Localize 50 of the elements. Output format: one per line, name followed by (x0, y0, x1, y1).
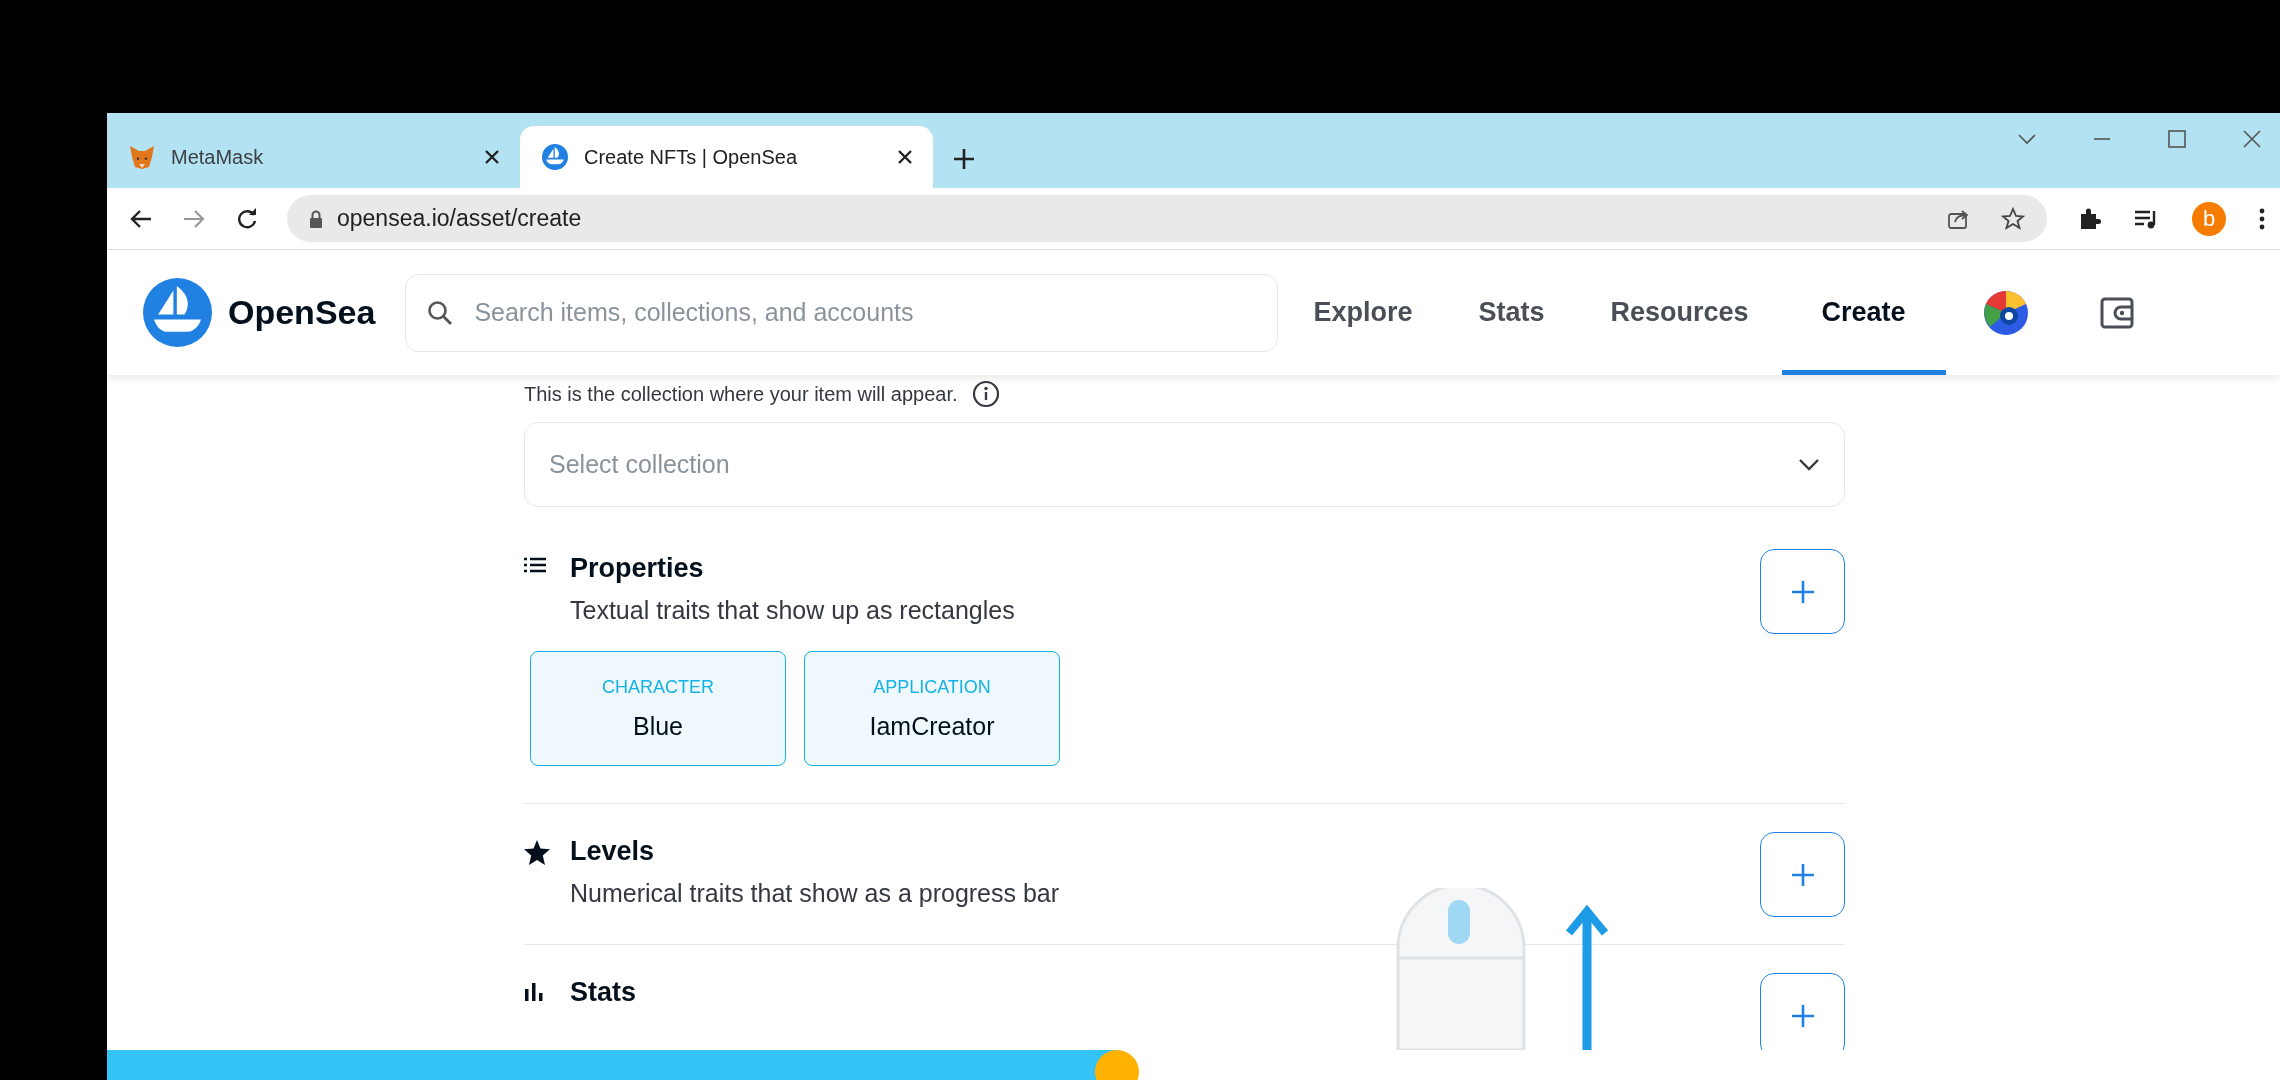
nav-link[interactable]: Explore (1280, 250, 1446, 375)
info-icon[interactable] (971, 380, 1000, 408)
lock-icon (309, 209, 323, 228)
bar-chart-icon (524, 981, 544, 1001)
star-icon (524, 840, 550, 865)
section-title: Properties (570, 553, 705, 584)
forward-icon[interactable] (183, 207, 205, 230)
add-button[interactable] (1760, 973, 1845, 1050)
nav-link[interactable]: Stats (1445, 250, 1578, 375)
plus-icon (1790, 579, 1815, 604)
trait-value: Blue (632, 711, 683, 741)
back-icon[interactable] (130, 207, 152, 230)
section-title: Levels (570, 836, 656, 867)
nav-link[interactable]: Create (1781, 250, 1946, 375)
trait-type: CHARACTER (602, 676, 714, 698)
chevron-down-icon (1798, 457, 1820, 472)
avatar-icon[interactable] (1983, 290, 2028, 335)
add-button[interactable] (1760, 549, 1845, 634)
search-field[interactable]: Search items, collections, and accounts (405, 273, 1279, 352)
trait-type: APPLICATION (873, 676, 991, 698)
hint-text: This is the collection where your item will appear. (524, 382, 958, 406)
list-icon (524, 557, 546, 573)
plus-icon (1790, 862, 1815, 887)
section-description: Numerical traits that show as a progress bar (570, 879, 1061, 908)
close-icon[interactable] (484, 149, 500, 165)
plus-icon (1790, 1003, 1815, 1028)
site-logo[interactable]: OpenSea (143, 250, 376, 375)
wallet-icon[interactable] (2099, 296, 2134, 329)
address-field[interactable]: opensea.io/asset/create (287, 195, 2047, 242)
reload-icon[interactable] (236, 207, 258, 230)
ship-icon (542, 144, 568, 170)
share-icon[interactable] (1947, 207, 1971, 230)
nav-link[interactable]: Resources (1577, 250, 1782, 375)
puzzle-icon[interactable] (2078, 206, 2102, 231)
browser-tab[interactable]: Create NFTs | OpenSea (520, 126, 933, 188)
browser-tab[interactable]: MetaMask (107, 126, 520, 188)
arrow-up-icon (1565, 905, 1609, 1050)
section-title: Stats (570, 977, 638, 1008)
ship-icon (143, 278, 212, 347)
maximize-icon[interactable] (2167, 129, 2187, 149)
menu-icon[interactable] (2258, 206, 2266, 231)
add-button[interactable] (1760, 832, 1845, 917)
trait-value: IamCreator (869, 711, 995, 741)
star-icon[interactable] (2001, 206, 2025, 231)
video-progress-track[interactable] (107, 1050, 2280, 1080)
search-icon (427, 299, 454, 326)
section-description: Textual traits that show up as rectangles (570, 596, 1016, 625)
close-icon[interactable] (897, 149, 913, 165)
fox-icon (129, 145, 155, 169)
plus-icon[interactable] (953, 148, 975, 170)
